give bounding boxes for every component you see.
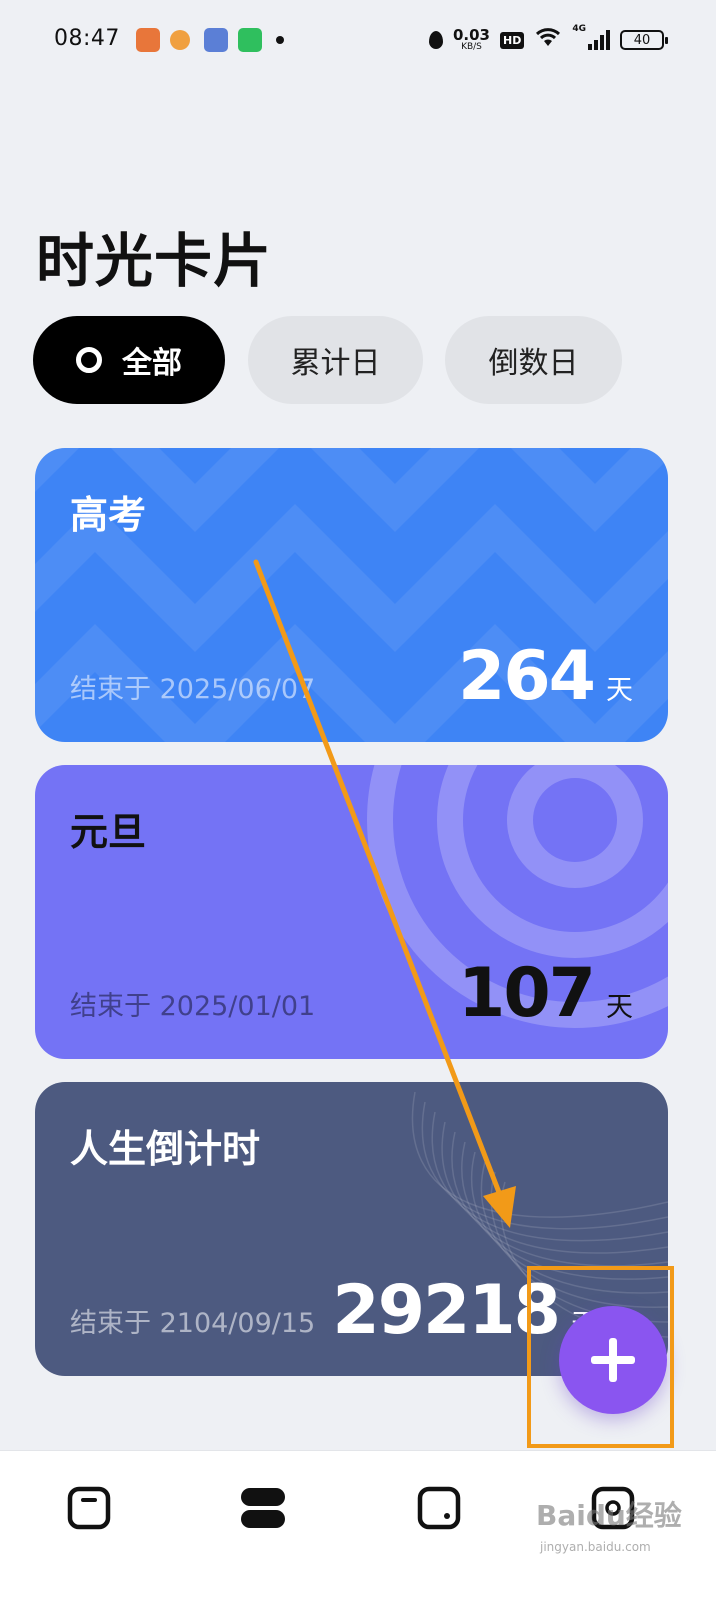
nav-card-list[interactable] [238,1483,288,1533]
nav-card-square[interactable] [414,1483,464,1533]
nav-card-single[interactable] [64,1483,114,1533]
card-square-icon [417,1486,461,1530]
watermark-logo: Baidu经验 [536,1499,682,1532]
watermark-url: jingyan.baidu.com [540,1540,651,1554]
card-list-icon [241,1488,285,1528]
card-single-icon [67,1486,111,1530]
annotation-highlight-box [527,1266,674,1448]
